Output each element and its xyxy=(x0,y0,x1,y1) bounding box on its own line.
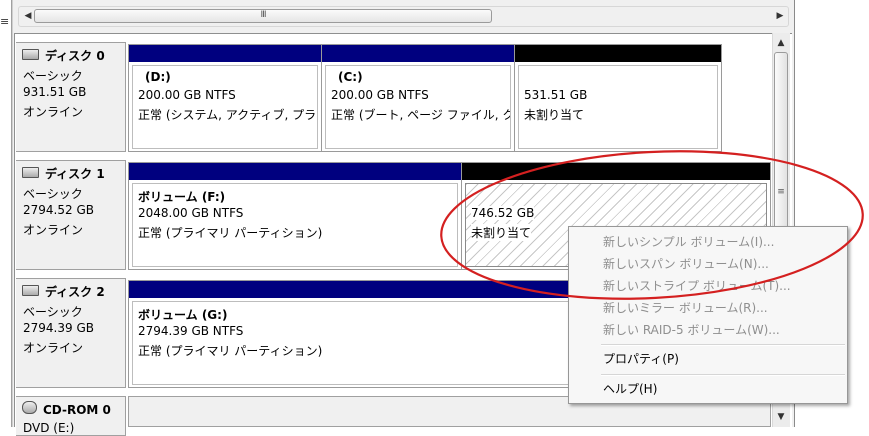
disk-1-size: 2794.52 GB xyxy=(23,203,94,217)
disk-2-info[interactable]: ディスク 2 ベーシック 2794.39 GB オンライン xyxy=(16,278,126,388)
disk-1-name: ディスク 1 xyxy=(45,167,105,181)
disk-1-title: ディスク 1 xyxy=(22,165,105,182)
partition-status: 正常 (プライマリ パーティション) xyxy=(138,344,323,358)
menu-item-new-spanned-volume[interactable]: 新しいスパン ボリューム(N)... xyxy=(603,255,769,272)
disk-0-type: ベーシック xyxy=(23,69,83,83)
partition-unallocated-disk0[interactable]: 531.51 GB 未割り当て xyxy=(514,44,722,152)
disk-1-info[interactable]: ディスク 1 ベーシック 2794.52 GB オンライン xyxy=(16,160,126,270)
disk-0-info[interactable]: ディスク 0 ベーシック 931.51 GB オンライン xyxy=(16,42,126,152)
menu-item-properties[interactable]: プロパティ(P) xyxy=(603,350,679,367)
parent-window-glyph: ≡ xyxy=(0,15,10,28)
partition-size: 200.00 GB NTFS xyxy=(138,88,236,102)
menu-item-help[interactable]: ヘルプ(H) xyxy=(603,380,657,397)
disk-2-title: ディスク 2 xyxy=(22,283,105,300)
partition-status: 正常 (システム, アクティブ, プラ xyxy=(138,108,317,122)
partition-label: (D:) xyxy=(145,70,171,84)
cdrom-0-name: CD-ROM 0 xyxy=(43,403,111,417)
partition-bar xyxy=(322,45,514,62)
cd-drive-icon xyxy=(22,401,37,414)
hard-disk-icon xyxy=(22,285,39,296)
disk-0-size: 931.51 GB xyxy=(23,85,87,99)
scroll-down-arrow-icon[interactable]: ▼ xyxy=(774,410,788,424)
partition-size: 2794.39 GB NTFS xyxy=(138,324,244,338)
partition-status: 正常 (プライマリ パーティション) xyxy=(138,226,323,240)
hard-disk-icon xyxy=(22,49,39,60)
disk-2-status: オンライン xyxy=(23,341,84,355)
parent-window-edge xyxy=(0,0,12,427)
disk-0-title: ディスク 0 xyxy=(22,47,105,64)
disk-0-name: ディスク 0 xyxy=(45,49,105,63)
menu-item-new-striped-volume[interactable]: 新しいストライプ ボリューム(T)... xyxy=(603,277,791,294)
partition-label: (C:) xyxy=(338,70,363,84)
partition-status: 未割り当て xyxy=(524,108,585,122)
disk-2-type: ベーシック xyxy=(23,305,83,319)
cdrom-0-type: DVD (E:) xyxy=(23,421,75,435)
menu-separator xyxy=(601,374,845,376)
disk-0-status: オンライン xyxy=(23,105,84,119)
partition-label: ボリューム (F:) xyxy=(138,190,226,204)
partition-status: 未割り当て xyxy=(471,224,532,241)
vertical-scroll-grip-icon: ≡ xyxy=(777,187,785,197)
scroll-right-arrow-icon[interactable]: ▶ xyxy=(774,9,786,23)
partition-bar xyxy=(129,45,321,62)
menu-separator xyxy=(601,344,845,346)
partition-c[interactable]: (C:) 200.00 GB NTFS 正常 (ブート, ページ ファイル, ク xyxy=(321,44,515,152)
partition-bar xyxy=(515,45,721,62)
partition-bar xyxy=(462,163,770,180)
scroll-up-arrow-icon[interactable]: ▲ xyxy=(774,36,788,50)
partition-f[interactable]: ボリューム (F:) 2048.00 GB NTFS 正常 (プライマリ パーテ… xyxy=(128,162,462,270)
scroll-grip-icon: III xyxy=(260,10,267,20)
disk-1-type: ベーシック xyxy=(23,187,83,201)
cdrom-0-info[interactable]: CD-ROM 0 DVD (E:) xyxy=(16,396,126,436)
scroll-left-arrow-icon[interactable]: ◀ xyxy=(22,9,34,23)
context-menu: 新しいシンプル ボリューム(I)... 新しいスパン ボリューム(N)... 新… xyxy=(568,226,848,404)
partition-size: 2048.00 GB NTFS xyxy=(138,206,244,220)
partition-d[interactable]: (D:) 200.00 GB NTFS 正常 (システム, アクティブ, プラ xyxy=(128,44,322,152)
menu-item-new-mirrored-volume[interactable]: 新しいミラー ボリューム(R)... xyxy=(603,299,768,316)
disk-1-status: オンライン xyxy=(23,223,84,237)
hard-disk-icon xyxy=(22,167,39,178)
disk-2-name: ディスク 2 xyxy=(45,285,105,299)
partition-size: 531.51 GB xyxy=(524,88,588,102)
partition-label: ボリューム (G:) xyxy=(138,308,228,322)
cdrom-0-title: CD-ROM 0 xyxy=(22,401,111,417)
menu-item-new-simple-volume[interactable]: 新しいシンプル ボリューム(I)... xyxy=(603,233,774,250)
partition-bar xyxy=(129,163,461,180)
partition-size: 746.52 GB xyxy=(471,206,535,220)
partition-size: 200.00 GB NTFS xyxy=(331,88,429,102)
menu-item-new-raid5-volume[interactable]: 新しい RAID-5 ボリューム(W)... xyxy=(603,321,780,338)
partition-status: 正常 (ブート, ページ ファイル, ク xyxy=(331,108,511,122)
disk-2-size: 2794.39 GB xyxy=(23,321,94,335)
